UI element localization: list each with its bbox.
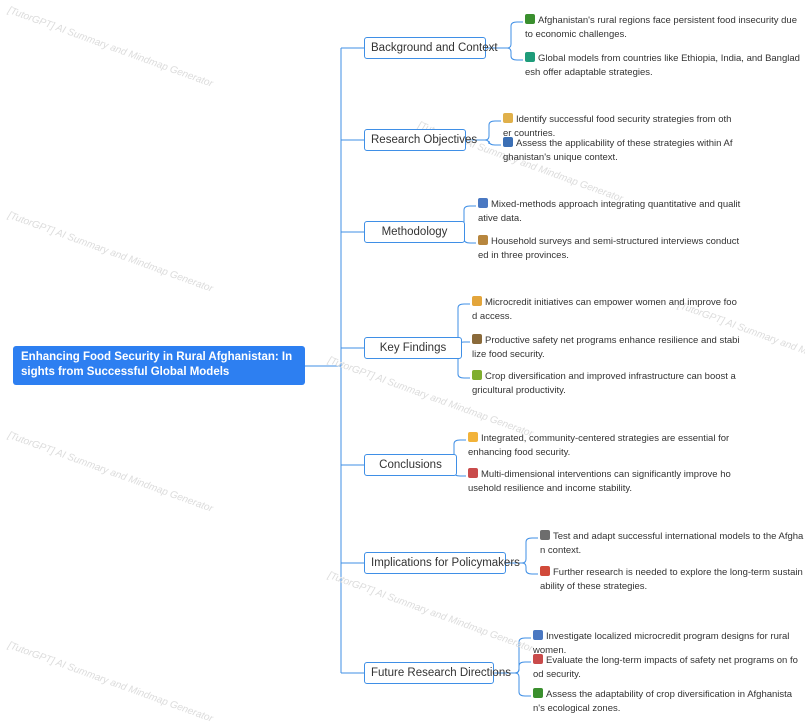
leaf-note[interactable]: Household surveys and semi-structured in… — [478, 235, 743, 263]
branch-node[interactable]: Future Research Directions — [364, 662, 511, 684]
clipboard-icon — [478, 235, 488, 245]
bank-icon — [540, 530, 550, 540]
leaf-note[interactable]: Evaluate the long-term impacts of safety… — [533, 654, 798, 682]
connector — [521, 537, 538, 564]
branch-node[interactable]: Methodology — [364, 221, 465, 243]
plant-icon — [525, 14, 535, 24]
connector — [521, 562, 538, 575]
heart-icon — [468, 432, 478, 442]
leaf-text: Evaluate the long-term impacts of safety… — [533, 655, 798, 680]
bar-chart-icon — [503, 137, 513, 147]
connector — [506, 47, 523, 61]
chart-up-icon — [533, 654, 543, 664]
root-topic[interactable]: Enhancing Food Security in Rural Afghani… — [13, 346, 305, 385]
tools-icon — [472, 334, 482, 344]
globe-icon — [525, 52, 535, 62]
crop-icon — [472, 370, 482, 380]
branch-node[interactable]: Conclusions — [364, 454, 457, 476]
leaf-note[interactable]: Test and adapt successful international … — [540, 530, 805, 558]
leaf-text: Afghanistan's rural regions face persist… — [525, 15, 797, 40]
connector — [514, 672, 531, 697]
leaf-note[interactable]: Crop diversification and improved infras… — [472, 370, 740, 398]
leaf-note[interactable]: Productive safety net programs enhance r… — [472, 334, 740, 362]
leaf-text: Household surveys and semi-structured in… — [478, 236, 740, 261]
branch-node[interactable]: Background and Context — [364, 37, 498, 59]
connector — [484, 120, 501, 141]
leaf-text: Productive safety net programs enhance r… — [472, 335, 740, 360]
leaf-text: Assess the applicability of these strate… — [503, 138, 733, 163]
leaf-text: Integrated, community-centered strategie… — [468, 433, 730, 458]
connector — [506, 21, 523, 49]
leaf-note[interactable]: Assess the adaptability of crop diversif… — [533, 688, 798, 716]
leaf-text: Identify successful food security strate… — [503, 114, 732, 139]
leaf-note[interactable]: Further research is needed to explore th… — [540, 566, 805, 594]
leaf-note[interactable]: Afghanistan's rural regions face persist… — [525, 14, 800, 42]
connector — [514, 661, 531, 674]
leaf-text: Global models from countries like Ethiop… — [525, 53, 800, 78]
leaf-text: Crop diversification and improved infras… — [472, 371, 736, 396]
leaf-text: Investigate localized microcredit progra… — [533, 631, 790, 656]
leaf-text: Test and adapt successful international … — [540, 531, 804, 556]
branch-node[interactable]: Research Objectives — [364, 129, 477, 151]
leaf-note[interactable]: Mixed-methods approach integrating quant… — [478, 198, 743, 226]
leaf-note[interactable]: Integrated, community-centered strategie… — [468, 432, 736, 460]
calendar-icon — [540, 566, 550, 576]
leaf-note[interactable]: Multi-dimensional interventions can sign… — [468, 468, 736, 496]
leaf-note[interactable]: Microcredit initiatives can empower wome… — [472, 296, 740, 324]
plant-icon — [533, 688, 543, 698]
chart-up-icon — [468, 468, 478, 478]
leaf-text: Multi-dimensional interventions can sign… — [468, 469, 731, 494]
magnifier-icon — [478, 198, 488, 208]
branch-node[interactable]: Implications for Policymakers — [364, 552, 520, 574]
leaf-text: Assess the adaptability of crop diversif… — [533, 689, 793, 714]
memo-icon — [503, 113, 513, 123]
leaf-note[interactable]: Global models from countries like Ethiop… — [525, 52, 800, 80]
leaf-text: Mixed-methods approach integrating quant… — [478, 199, 741, 224]
branch-node[interactable]: Key Findings — [364, 337, 462, 359]
leaf-text: Further research is needed to explore th… — [540, 567, 803, 592]
leaf-note[interactable]: Assess the applicability of these strate… — [503, 137, 733, 165]
magnifier-icon — [533, 630, 543, 640]
money-bag-icon — [472, 296, 482, 306]
leaf-text: Microcredit initiatives can empower wome… — [472, 297, 737, 322]
